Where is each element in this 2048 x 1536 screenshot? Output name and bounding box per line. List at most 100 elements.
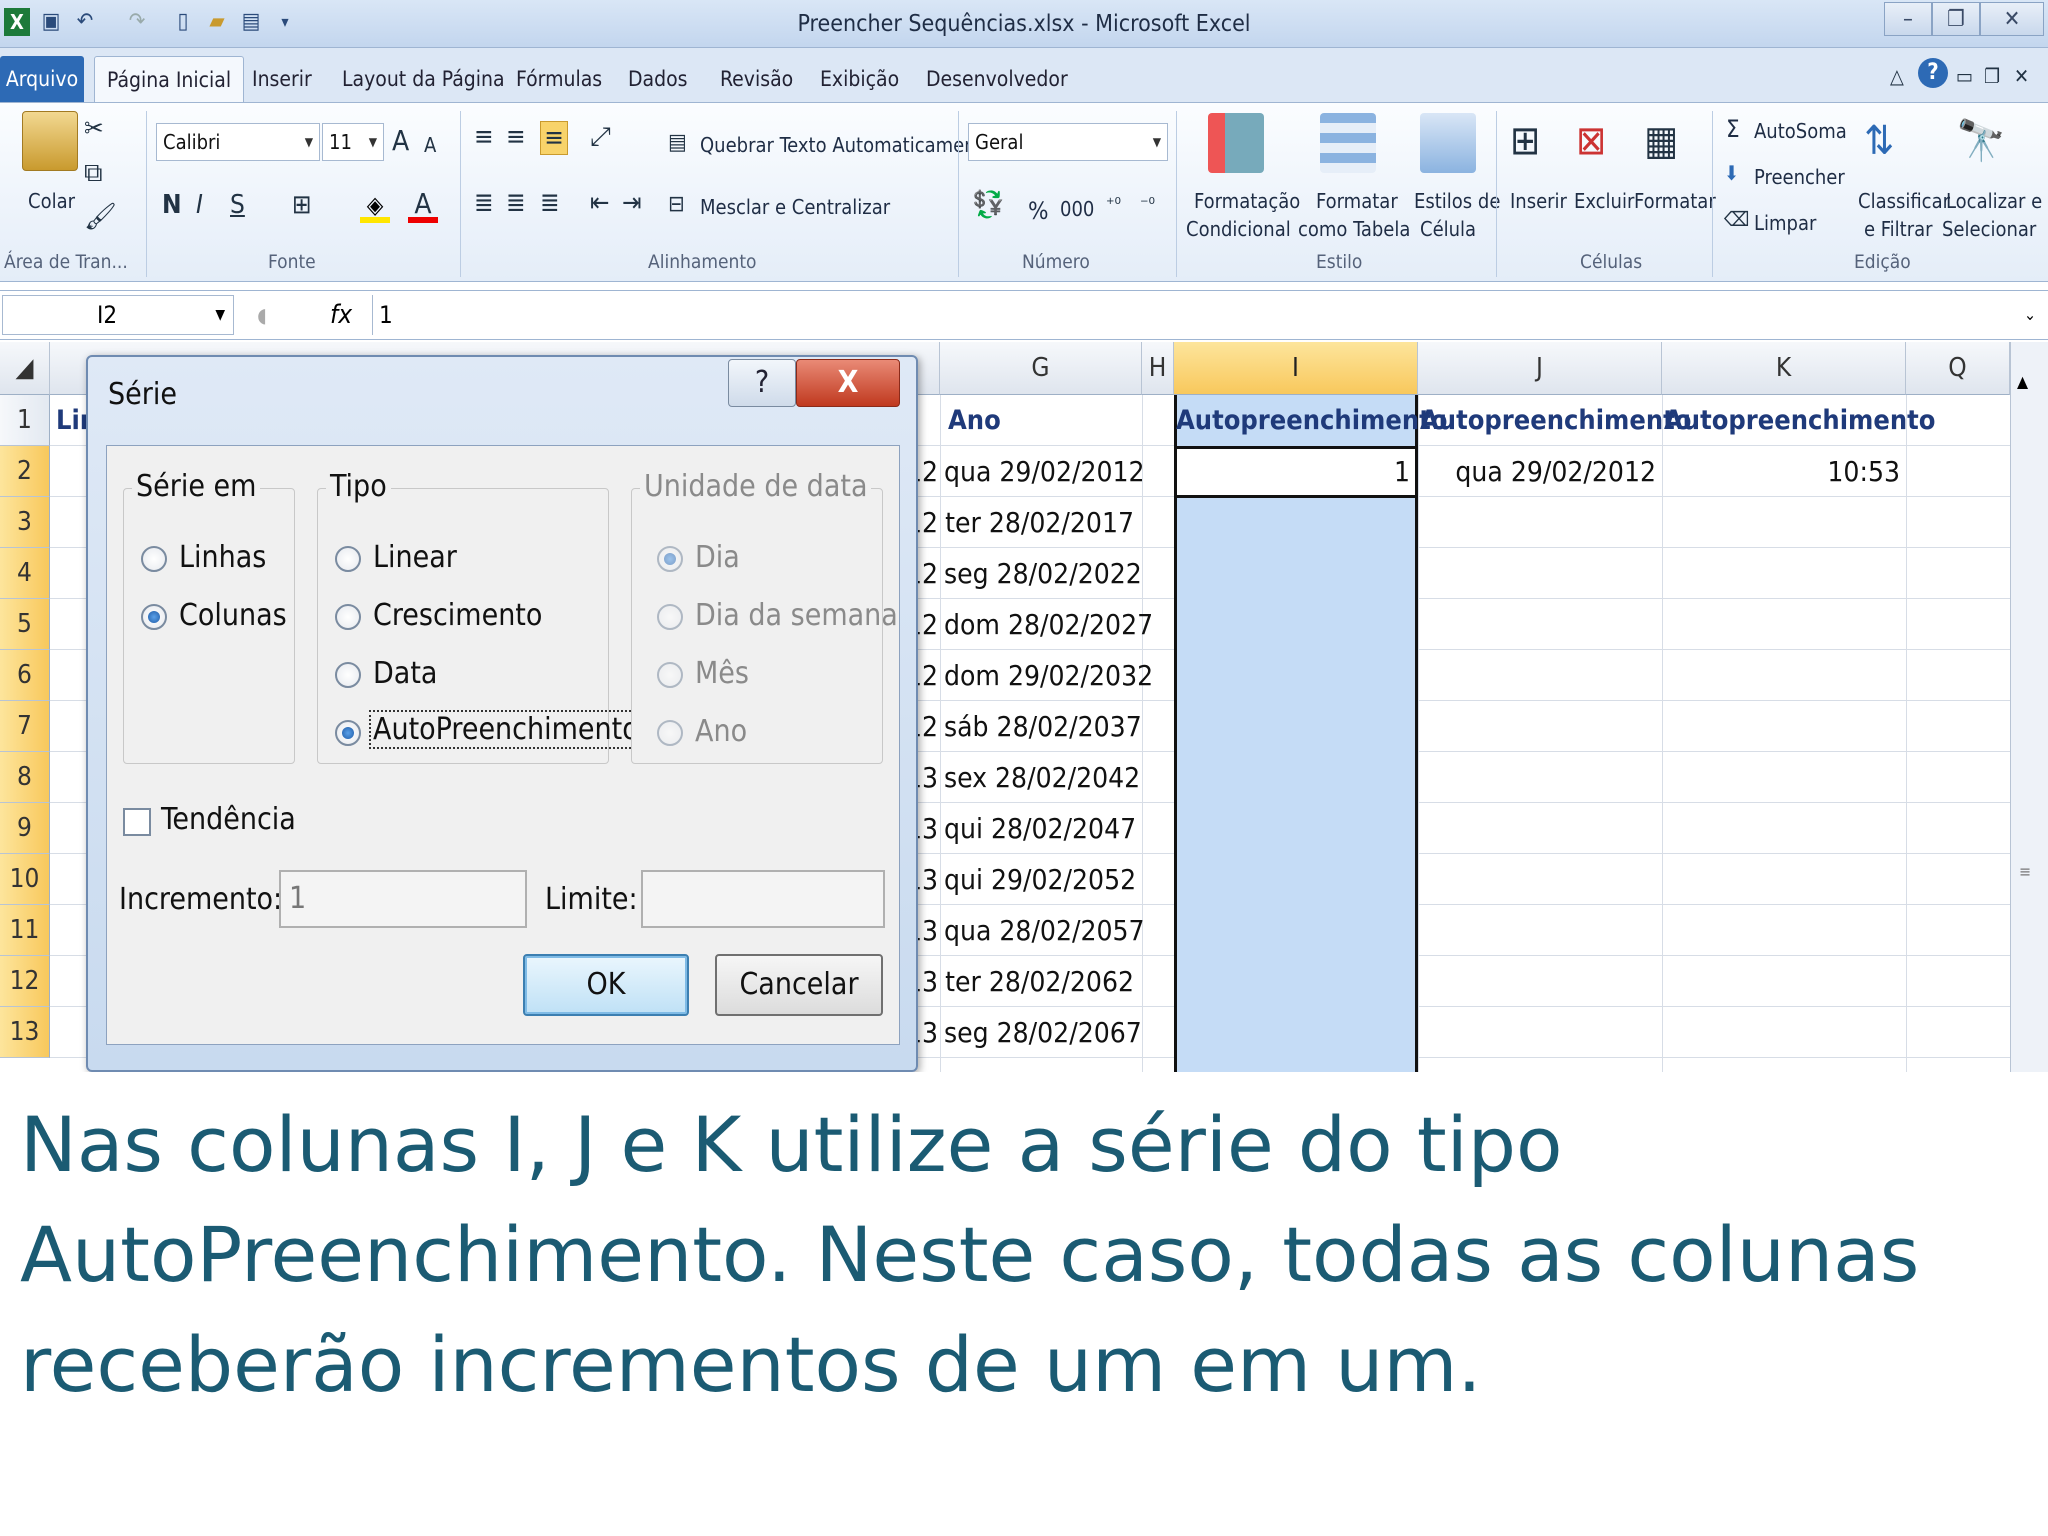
bold-button[interactable]: N (162, 189, 182, 221)
wrap-text-icon[interactable]: ▤ (668, 127, 687, 159)
tab-pagina-inicial[interactable]: Página Inicial (94, 56, 245, 102)
radio-dia[interactable] (657, 546, 683, 572)
number-format-combo[interactable]: Geral ▼ (968, 123, 1168, 161)
scroll-up-icon[interactable]: ▲ (2017, 372, 2028, 391)
formula-input[interactable]: 1 (372, 295, 2024, 335)
insert-cells-button[interactable]: Inserir (1510, 189, 1567, 213)
format-painter-icon[interactable]: 🖌 (84, 201, 117, 233)
row-header-5[interactable]: 5 (0, 599, 50, 650)
format-as-table-label-2[interactable]: como Tabela (1298, 217, 1410, 241)
grow-font-icon[interactable]: A (392, 125, 409, 157)
align-right-icon[interactable]: ≣ (540, 187, 560, 219)
insert-cells-icon[interactable]: ⊞ (1510, 113, 1540, 169)
cell-i1[interactable]: Autopreenchimento (1176, 395, 1447, 446)
cell-g2[interactable]: qua 29/02/2012 (944, 446, 1145, 497)
cell-k2[interactable]: 10:53 (1664, 446, 1906, 497)
radio-crescimento[interactable] (335, 604, 361, 630)
italic-button[interactable]: I (196, 189, 203, 221)
radio-data[interactable] (335, 662, 361, 688)
select-all-corner[interactable]: ◢ (0, 342, 50, 395)
fill-color-icon[interactable]: ◈ (360, 191, 390, 223)
column-header-q[interactable]: Q (1906, 342, 2010, 395)
workbook-close-icon[interactable]: ✕ (2014, 60, 2029, 92)
wrap-text-button[interactable]: Quebrar Texto Automaticamente (700, 133, 994, 157)
conditional-format-label-1[interactable]: Formatação (1194, 189, 1300, 213)
row-header-1[interactable]: 1 (0, 395, 50, 446)
cell-g10[interactable]: qui 29/02/2052 (944, 854, 1140, 905)
shrink-font-icon[interactable]: A (424, 129, 436, 161)
incremento-input[interactable]: 1 (279, 870, 527, 928)
workbook-restore-icon[interactable]: ❐ (1984, 60, 2000, 92)
increase-indent-icon[interactable]: ⇥ (622, 187, 642, 219)
delete-cells-icon[interactable]: ⊠ (1576, 113, 1606, 169)
decrease-indent-icon[interactable]: ⇤ (590, 187, 610, 219)
cut-icon[interactable]: ✂ (84, 113, 104, 145)
align-left-icon[interactable]: ≣ (474, 187, 494, 219)
merge-center-button[interactable]: Mesclar e Centralizar (700, 195, 890, 219)
font-size-combo[interactable]: 11 ▼ (322, 123, 384, 161)
sort-filter-icon[interactable]: ⇅ (1864, 113, 1894, 169)
restore-icon[interactable]: ❐ (1932, 2, 1980, 36)
cell-g11[interactable]: qua 28/02/2057 (944, 905, 1145, 956)
delete-cells-button[interactable]: Excluir (1574, 189, 1634, 213)
expand-formula-icon[interactable]: ⌄ (2024, 295, 2046, 335)
tab-revisao[interactable]: Revisão (708, 56, 805, 102)
tab-formulas[interactable]: Fórmulas (504, 56, 614, 102)
help-icon[interactable]: ? (1918, 58, 1948, 88)
tab-dados[interactable]: Dados (616, 56, 700, 102)
radio-autopreenchimento[interactable] (335, 720, 361, 746)
radio-mes[interactable] (657, 662, 683, 688)
radio-mes-label[interactable]: Mês (695, 656, 749, 691)
row-header-11[interactable]: 11 (0, 905, 50, 956)
cell-j2[interactable]: qua 29/02/2012 (1420, 446, 1662, 497)
cell-g13[interactable]: seg 28/02/2067 (944, 1007, 1142, 1058)
row-header-12[interactable]: 12 (0, 956, 50, 1007)
cell-g4[interactable]: seg 28/02/2022 (944, 548, 1142, 599)
radio-linear-label[interactable]: Linear (373, 540, 457, 575)
radio-linear[interactable] (335, 546, 361, 572)
radio-colunas-label[interactable]: Colunas (179, 598, 287, 633)
cell-g9[interactable]: qui 28/02/2047 (944, 803, 1140, 854)
sort-filter-label-2[interactable]: e Filtrar (1864, 217, 1933, 241)
find-select-label-2[interactable]: Selecionar (1942, 217, 2036, 241)
align-bottom-icon[interactable]: ≡ (540, 121, 568, 155)
scroll-thumb-icon[interactable]: ≡ (2019, 862, 2031, 881)
cell-styles-icon[interactable] (1420, 113, 1476, 173)
paste-icon[interactable] (22, 111, 78, 171)
align-top-icon[interactable]: ≡ (474, 121, 494, 153)
clear-icon[interactable]: ⌫ (1724, 203, 1749, 235)
percent-button[interactable]: % (1028, 197, 1049, 225)
cell-i2[interactable]: 1 (1176, 446, 1416, 497)
cell-g7[interactable]: sáb 28/02/2037 (944, 701, 1142, 752)
radio-dia-da-semana-label[interactable]: Dia da semana (695, 598, 898, 633)
format-cells-icon[interactable]: ▦ (1644, 113, 1678, 169)
conditional-format-label-2[interactable]: Condicional (1186, 217, 1291, 241)
workbook-minimize-icon[interactable]: ▭ (1956, 60, 1973, 92)
sort-filter-label-1[interactable]: Classificar (1858, 189, 1950, 213)
cell-g6[interactable]: dom 29/02/2032 (944, 650, 1153, 701)
tab-inserir[interactable]: Inserir (240, 56, 324, 102)
cell-g12[interactable]: ter 28/02/2062 (944, 956, 1140, 1007)
merge-center-icon[interactable]: ⊟ (668, 189, 685, 221)
format-as-table-label-1[interactable]: Formatar (1316, 189, 1398, 213)
find-select-icon[interactable]: 🔭 (1956, 113, 2006, 169)
vertical-scrollbar[interactable]: ▲ ≡ (2010, 342, 2048, 1072)
cell-g5[interactable]: dom 28/02/2027 (944, 599, 1153, 650)
row-header-9[interactable]: 9 (0, 803, 50, 854)
radio-ano-label[interactable]: Ano (695, 714, 747, 749)
autosum-button[interactable]: AutoSoma (1754, 119, 1847, 143)
tab-layout-da-pagina[interactable]: Layout da Página (330, 56, 517, 102)
thousands-button[interactable]: 000 (1060, 197, 1094, 221)
underline-button[interactable]: S (230, 189, 245, 221)
conditional-format-icon[interactable] (1208, 113, 1264, 173)
minimize-icon[interactable]: – (1884, 2, 1932, 36)
format-cells-button[interactable]: Formatar (1634, 189, 1716, 213)
tab-arquivo[interactable]: Arquivo (0, 56, 84, 102)
borders-icon[interactable]: ⊞ (292, 189, 312, 221)
align-middle-icon[interactable]: ≡ (506, 121, 526, 153)
cell-styles-label-1[interactable]: Estilos de (1414, 189, 1500, 213)
radio-linhas[interactable] (141, 546, 167, 572)
row-header-4[interactable]: 4 (0, 548, 50, 599)
limite-input[interactable] (641, 870, 885, 928)
cell-g8[interactable]: sex 28/02/2042 (944, 752, 1140, 803)
